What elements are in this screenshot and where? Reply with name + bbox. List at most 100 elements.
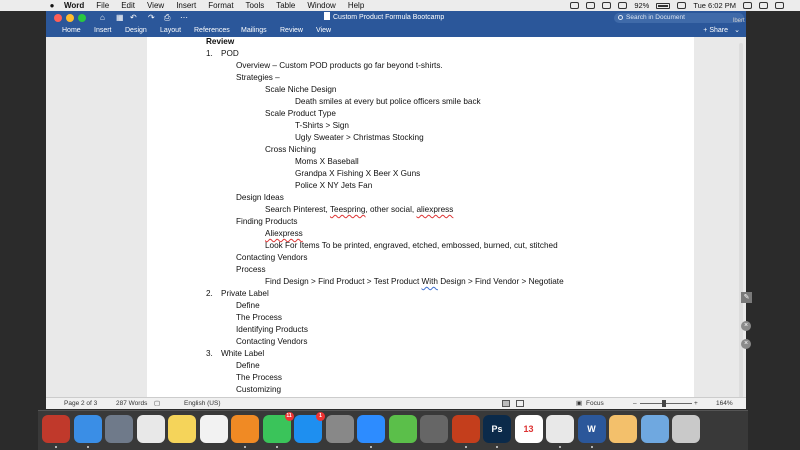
proofing-icon[interactable]: ▢	[154, 398, 160, 409]
menu-app-word[interactable]: Word	[58, 0, 90, 11]
tab-home[interactable]: Home	[62, 25, 81, 37]
notification-center-icon[interactable]	[775, 2, 784, 9]
document-line[interactable]: Grandpa X Fishing X Beer X Guns	[295, 169, 420, 178]
tab-layout[interactable]: Layout	[160, 25, 181, 37]
menu-window[interactable]: Window	[301, 0, 341, 11]
document-line[interactable]: POD	[221, 49, 239, 58]
slides-icon[interactable]	[42, 415, 70, 443]
notes-icon[interactable]	[168, 415, 196, 443]
menu-view[interactable]: View	[141, 0, 170, 11]
finder-icon[interactable]	[73, 415, 102, 443]
focus-icon[interactable]: ▣	[576, 398, 582, 409]
document-line[interactable]: Search Pinterest, Teespring, other socia…	[265, 205, 453, 214]
volume-icon[interactable]	[618, 2, 628, 9]
document-line[interactable]: Cross Niching	[265, 145, 316, 154]
close-overlay-icon[interactable]: ×	[741, 321, 751, 331]
menu-table[interactable]: Table	[270, 0, 301, 11]
trash-icon[interactable]	[672, 415, 700, 443]
customize-toolbar-icon[interactable]: ⋯	[180, 11, 188, 25]
document-page[interactable]: Review 1. POD Overview – Custom POD product…	[147, 37, 694, 409]
zoom-icon[interactable]	[357, 415, 385, 443]
menu-insert[interactable]: Insert	[170, 0, 202, 11]
tab-insert[interactable]: Insert	[94, 25, 112, 37]
web-layout-view-button[interactable]	[516, 400, 524, 407]
menu-format[interactable]: Format	[202, 0, 239, 11]
document-line[interactable]: Identifying Products	[236, 325, 308, 334]
save-icon[interactable]: ▦	[116, 11, 124, 25]
siri-icon[interactable]	[759, 2, 768, 9]
document-line[interactable]: Aliexpress	[265, 229, 303, 238]
vertical-scrollbar[interactable]	[739, 43, 743, 403]
flag-icon[interactable]	[677, 2, 687, 9]
document-line[interactable]: Scale Product Type	[265, 109, 336, 118]
zoom-out-button[interactable]: –	[633, 398, 637, 409]
spotlight-icon[interactable]	[743, 2, 752, 9]
calendar-icon[interactable]: 13	[514, 415, 543, 443]
focus-button[interactable]: Focus	[586, 398, 604, 409]
calculator-icon[interactable]	[420, 415, 448, 443]
document-line[interactable]: Customizing	[236, 385, 281, 394]
undo-icon[interactable]: ↶	[130, 11, 137, 25]
menu-tools[interactable]: Tools	[240, 0, 271, 11]
menu-edit[interactable]: Edit	[115, 0, 141, 11]
document-body[interactable]: Review 1. POD Overview – Custom POD product…	[147, 37, 694, 409]
close-window-button[interactable]	[54, 14, 62, 22]
document-line[interactable]: Review	[206, 37, 234, 46]
tab-references[interactable]: References	[194, 25, 230, 37]
chrome-icon[interactable]	[546, 415, 574, 443]
zoom-in-button[interactable]: +	[694, 398, 698, 409]
downloads-icon[interactable]	[640, 415, 669, 443]
document-line[interactable]: The Process	[236, 373, 282, 382]
page-count[interactable]: Page 2 of 3	[64, 398, 97, 409]
document-line[interactable]: Moms X Baseball	[295, 157, 359, 166]
word-icon[interactable]: W	[577, 415, 606, 443]
tab-mailings[interactable]: Mailings	[241, 25, 267, 37]
document-line[interactable]: Death smiles at every but police officer…	[295, 97, 481, 106]
document-line[interactable]: White Label	[221, 349, 264, 358]
document-line[interactable]: Look For Items To be printed, engraved, …	[265, 241, 558, 250]
document-line[interactable]: Private Label	[221, 289, 269, 298]
apple-icon[interactable]: ●	[46, 0, 58, 11]
document-line[interactable]: T-Shirts > Sign	[295, 121, 349, 130]
document-line[interactable]: Overview – Custom POD products go far be…	[236, 61, 443, 70]
facetime-icon[interactable]: 11	[262, 412, 294, 443]
document-line[interactable]: Finding Products	[236, 217, 297, 226]
maximize-window-button[interactable]	[78, 14, 86, 22]
collapse-ribbon-chevron-icon[interactable]: ⌄	[734, 25, 740, 37]
print-layout-view-button[interactable]	[502, 400, 510, 407]
wifi-icon[interactable]	[602, 2, 612, 9]
share-button[interactable]: + Share	[703, 25, 728, 37]
appstore-icon[interactable]: 1	[294, 412, 325, 443]
zoom-level[interactable]: 164%	[716, 398, 733, 409]
clock[interactable]: Tue 6:02 PM	[693, 0, 736, 11]
document-line[interactable]: The Process	[236, 313, 282, 322]
document-line[interactable]: Define	[236, 301, 260, 310]
battery-percent[interactable]: 92%	[634, 0, 649, 11]
photos-icon[interactable]	[609, 415, 637, 443]
word-count[interactable]: 287 Words	[116, 398, 147, 409]
pen-tool-icon[interactable]: ✎	[741, 292, 752, 303]
grammar-flag-word[interactable]: With	[422, 277, 438, 286]
home-icon[interactable]: ⌂	[100, 11, 105, 25]
print-icon[interactable]: ⎙	[164, 11, 170, 25]
document-line[interactable]: Contacting Vendors	[236, 337, 307, 346]
document-line[interactable]: Scale Niche Design	[265, 85, 336, 94]
zoom-slider[interactable]	[640, 403, 692, 404]
document-line[interactable]: Find Design > Find Product > Test Produc…	[265, 277, 564, 286]
document-line[interactable]: Contacting Vendors	[236, 253, 307, 262]
camtasia-icon[interactable]	[388, 415, 417, 443]
powerpoint-icon[interactable]	[451, 415, 480, 443]
minimize-window-button[interactable]	[66, 14, 74, 22]
spelling-error-word[interactable]: Teespring	[330, 205, 366, 214]
search-in-document-input[interactable]: Search in Document	[614, 13, 744, 23]
launchpad-icon[interactable]	[105, 415, 133, 443]
menu-help[interactable]: Help	[342, 0, 370, 11]
airplay-icon[interactable]	[586, 2, 596, 9]
close-overlay-icon-2[interactable]: ×	[741, 339, 751, 349]
language[interactable]: English (US)	[184, 398, 220, 409]
document-line[interactable]: Process	[236, 265, 266, 274]
document-line[interactable]: Police X NY Jets Fan	[295, 181, 372, 190]
spelling-error-word[interactable]: aliexpress	[416, 205, 453, 214]
menu-file[interactable]: File	[90, 0, 115, 11]
books-icon[interactable]	[231, 415, 259, 443]
